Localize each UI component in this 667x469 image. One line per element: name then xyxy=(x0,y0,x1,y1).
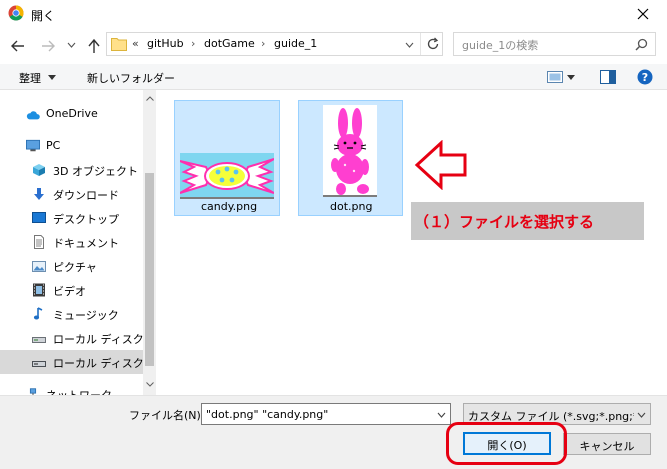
forward-arrow-icon[interactable] xyxy=(40,38,56,54)
filename-value: "dot.png" "candy.png" xyxy=(206,408,329,421)
sidebar-item-videos[interactable]: ビデオ xyxy=(0,278,156,302)
cancel-button[interactable]: キャンセル xyxy=(563,433,651,455)
scroll-down-icon[interactable] xyxy=(146,382,154,387)
back-arrow-icon[interactable] xyxy=(10,38,26,54)
window-title: 開く xyxy=(31,9,56,23)
folder-icon xyxy=(111,38,127,51)
sidebar-item-label: OneDrive xyxy=(46,107,98,120)
sidebar-item-label: ローカル ディスク (C xyxy=(53,333,156,346)
sidebar-item-3d-objects[interactable]: 3D オブジェクト xyxy=(0,158,156,182)
breadcrumb-separator: › xyxy=(191,37,196,50)
sidebar-item-music[interactable]: ミュージック xyxy=(0,302,156,326)
nav-bar: « gitHub › dotGame › guide_1 guide_1の検索 xyxy=(0,28,667,64)
document-icon xyxy=(34,235,44,249)
title-bar: 開く xyxy=(0,0,667,28)
address-bar[interactable]: « gitHub › dotGame › guide_1 xyxy=(106,32,443,56)
sidebar-item-pictures[interactable]: ピクチャ xyxy=(0,254,156,278)
scrollbar-thumb[interactable] xyxy=(145,173,154,366)
svg-text:?: ? xyxy=(642,71,648,84)
disk-icon xyxy=(32,337,46,343)
network-icon xyxy=(29,388,37,395)
address-divider xyxy=(420,33,421,55)
up-arrow-icon[interactable] xyxy=(87,38,101,54)
sidebar-item-downloads[interactable]: ダウンロード xyxy=(0,182,156,206)
breadcrumb-item-dotgame[interactable]: dotGame xyxy=(204,37,255,50)
file-name: candy.png xyxy=(201,200,258,213)
file-tile-candy[interactable]: candy.png xyxy=(174,100,280,216)
candy-thumbnail xyxy=(180,153,274,199)
video-icon xyxy=(33,283,45,297)
pc-icon xyxy=(26,139,40,152)
sidebar-item-local-disk-d[interactable]: ローカル ディスク (D xyxy=(0,350,156,374)
navigation-pane[interactable]: OneDrive PC 3D オブジェクト ダウンロード デスクトップ ドキュメ… xyxy=(0,90,156,395)
download-icon xyxy=(34,188,44,200)
help-icon[interactable]: ? xyxy=(637,69,653,85)
file-list[interactable]: candy.png dot.png （１）ファイルを選択する xyxy=(156,90,667,395)
refresh-icon[interactable] xyxy=(426,37,440,51)
annotation-callout: （１）ファイルを選択する xyxy=(411,202,644,240)
annotation-arrow-icon xyxy=(414,140,467,190)
filename-label: ファイル名(N): xyxy=(129,409,205,422)
sidebar-item-label: ミュージック xyxy=(53,309,119,322)
sidebar-scrollbar[interactable] xyxy=(143,90,156,395)
preview-pane-icon[interactable] xyxy=(600,70,616,84)
file-tile-dot[interactable]: dot.png xyxy=(298,100,403,216)
sidebar-item-label: 3D オブジェクト xyxy=(53,165,138,178)
organize-dropdown-icon[interactable] xyxy=(48,75,56,80)
sidebar-item-local-disk-c[interactable]: ローカル ディスク (C xyxy=(0,326,156,350)
close-icon[interactable] xyxy=(636,7,650,21)
filename-dropdown-icon[interactable] xyxy=(437,412,446,418)
rabbit-thumbnail xyxy=(323,105,377,197)
picture-icon xyxy=(32,261,46,272)
address-dropdown-icon[interactable] xyxy=(405,42,414,48)
disk-icon xyxy=(32,361,46,367)
sidebar-item-label: ネットワーク xyxy=(46,387,112,395)
command-bar: 整理 新しいフォルダー ? xyxy=(0,64,667,90)
filter-dropdown-icon[interactable] xyxy=(637,412,646,418)
cloud-icon xyxy=(26,111,40,120)
chrome-icon xyxy=(8,5,24,21)
recent-locations-icon[interactable] xyxy=(67,42,76,48)
view-options-icon[interactable] xyxy=(547,71,563,83)
search-icon[interactable] xyxy=(635,38,648,51)
sidebar-item-network[interactable]: ネットワーク xyxy=(0,382,156,395)
sidebar-item-documents[interactable]: ドキュメント xyxy=(0,230,156,254)
music-icon xyxy=(33,307,43,320)
sidebar-item-label: ビデオ xyxy=(53,285,86,298)
sidebar-item-label: ドキュメント xyxy=(53,237,119,250)
sidebar-item-label: PC xyxy=(46,139,61,152)
sidebar-item-label: ローカル ディスク (D xyxy=(53,357,156,370)
filename-input[interactable]: "dot.png" "candy.png" xyxy=(201,403,451,425)
sidebar-item-desktop[interactable]: デスクトップ xyxy=(0,206,156,230)
breadcrumb-separator: › xyxy=(261,37,266,50)
file-name: dot.png xyxy=(330,200,373,213)
cube-icon xyxy=(33,164,45,176)
breadcrumb-overflow[interactable]: « xyxy=(132,37,139,50)
breadcrumb-item-guide-1[interactable]: guide_1 xyxy=(274,37,317,50)
scroll-up-icon[interactable] xyxy=(146,96,154,101)
sidebar-item-onedrive[interactable]: OneDrive xyxy=(0,102,156,126)
annotation-highlight xyxy=(446,422,567,465)
new-folder-button[interactable]: 新しいフォルダー xyxy=(87,70,175,86)
cancel-button-label: キャンセル xyxy=(579,440,635,453)
sidebar-item-pc[interactable]: PC xyxy=(0,134,156,158)
sidebar-item-label: デスクトップ xyxy=(53,213,119,226)
bottom-panel: ファイル名(N): "dot.png" "candy.png" カスタム ファイ… xyxy=(0,395,667,469)
search-input[interactable]: guide_1の検索 xyxy=(462,37,538,53)
desktop-icon xyxy=(32,212,46,223)
annotation-text: （１）ファイルを選択する xyxy=(414,213,595,231)
search-box[interactable]: guide_1の検索 xyxy=(453,32,656,56)
sidebar-item-label: ピクチャ xyxy=(53,261,97,274)
organize-button[interactable]: 整理 xyxy=(19,70,41,86)
view-dropdown-icon[interactable] xyxy=(567,75,575,80)
breadcrumb-item-github[interactable]: gitHub xyxy=(147,37,184,50)
sidebar-item-label: ダウンロード xyxy=(53,189,119,202)
